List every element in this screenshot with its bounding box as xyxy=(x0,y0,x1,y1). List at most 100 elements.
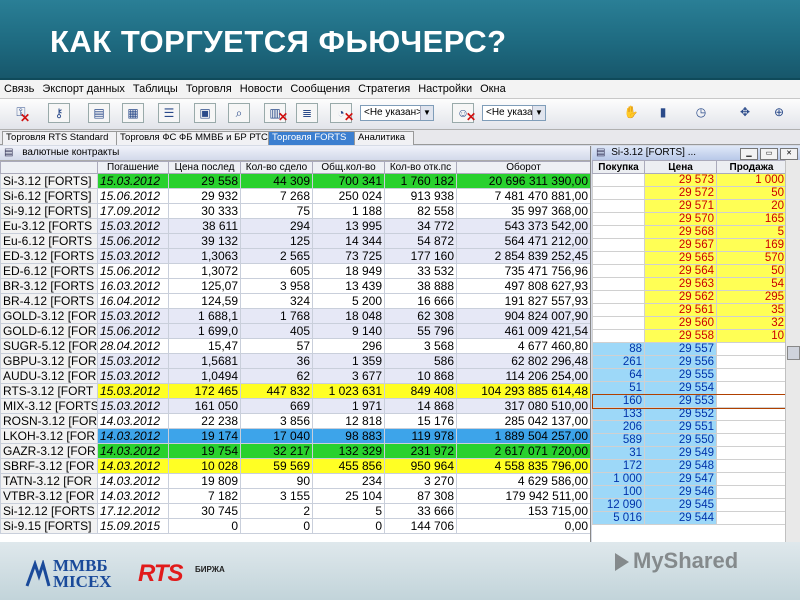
bid-qty[interactable]: 5 016 xyxy=(592,511,645,525)
ask-price[interactable]: 29 573 xyxy=(644,173,717,187)
ask-qty[interactable]: 10 xyxy=(716,329,787,343)
ask-qty[interactable]: 295 xyxy=(716,290,787,304)
bid-price[interactable]: 29 544 xyxy=(644,511,717,525)
menu-item[interactable]: Торговля xyxy=(182,80,236,95)
portfolio-icon[interactable]: ▣ xyxy=(194,103,216,123)
ask-qty[interactable]: 570 xyxy=(716,251,787,265)
ask-price[interactable]: 29 564 xyxy=(644,264,717,278)
bid-qty[interactable]: 12 090 xyxy=(592,498,645,512)
table-row[interactable]: AUDU-3.12 [FOR 15.03.2012 1,0494 62 3 677 10 … xyxy=(0,368,590,384)
hand-icon[interactable]: ✋ xyxy=(620,103,642,123)
bid-qty[interactable]: 1 000 xyxy=(592,472,645,486)
ask-price[interactable]: 29 571 xyxy=(644,199,717,213)
ask-qty[interactable]: 50 xyxy=(716,186,787,200)
bid-qty[interactable]: 206 xyxy=(592,420,645,434)
ask-qty[interactable]: 50 xyxy=(716,264,787,278)
ask-qty[interactable]: 35 xyxy=(716,303,787,317)
bars-icon[interactable]: ▮ xyxy=(652,103,674,123)
search-icon[interactable]: ⌕ xyxy=(228,103,250,123)
key-connect-icon[interactable]: ⚷ xyxy=(48,103,70,123)
list-icon[interactable]: ≣ xyxy=(296,103,318,123)
table-row[interactable]: Si-9.15 [FORTS] 15.09.2015 0 0 0 144 706 0,00 xyxy=(0,518,590,534)
market-depth-scrollbar[interactable] xyxy=(785,160,800,542)
table-row[interactable]: GAZR-3.12 [FOR 14.03.2012 19 754 32 217 132 … xyxy=(0,443,590,459)
bid-row[interactable]: 12 090 29 545 xyxy=(592,498,787,512)
table-row[interactable]: GOLD-6.12 [FOR 15.06.2012 1 699,0 405 9 140 5… xyxy=(0,323,590,339)
ask-qty[interactable]: 1 000 xyxy=(716,173,787,187)
bid-row[interactable]: 172 29 548 xyxy=(592,459,787,473)
bid-row[interactable]: 88 29 557 xyxy=(592,342,787,356)
ask-price[interactable]: 29 567 xyxy=(644,238,717,252)
bid-qty[interactable]: 64 xyxy=(592,368,645,382)
tab-fs-fb-micex[interactable]: Торговля ФС ФБ ММВБ и БР РТС xyxy=(116,131,270,145)
table-row[interactable]: ROSN-3.12 [FOR 14.03.2012 22 238 3 856 12 81… xyxy=(0,413,590,429)
column-header[interactable]: Погашение xyxy=(97,161,169,174)
ask-row[interactable]: 29 571 20 xyxy=(592,199,787,213)
bid-price[interactable]: 29 548 xyxy=(644,459,717,473)
ask-price[interactable]: 29 558 xyxy=(644,329,717,343)
ask-price[interactable]: 29 568 xyxy=(644,225,717,239)
menu-item[interactable]: Сообщения xyxy=(286,80,354,95)
ask-price[interactable]: 29 561 xyxy=(644,303,717,317)
menu-item[interactable]: Настройки xyxy=(414,80,476,95)
maximize-button[interactable]: ▭ xyxy=(760,148,778,160)
account-select-2[interactable]: <Не указан> ▼ xyxy=(482,105,546,121)
bid-row[interactable]: 589 29 550 xyxy=(592,433,787,447)
ask-qty[interactable]: 165 xyxy=(716,212,787,226)
bid-price[interactable]: 29 555 xyxy=(644,368,717,382)
menu-item[interactable]: Экспорт данных xyxy=(38,80,128,95)
bid-price[interactable]: 29 549 xyxy=(644,446,717,460)
bid-row[interactable]: 31 29 549 xyxy=(592,446,787,460)
ask-row[interactable]: 29 558 10 xyxy=(592,329,787,343)
cancel-orders-icon[interactable]: ▥ ✕ xyxy=(264,103,288,124)
table-row[interactable]: TATN-3.12 [FOR 14.03.2012 19 809 90 234 3 270… xyxy=(0,473,590,489)
table-row[interactable]: Si-6.12 [FORTS] 15.06.2012 29 932 7 268 250 … xyxy=(0,188,590,204)
bid-row[interactable]: 160 29 553 xyxy=(592,393,788,409)
table-row[interactable]: Eu-6.12 [FORTS 15.06.2012 39 132 125 14 344 5… xyxy=(0,233,590,249)
ask-row[interactable]: 29 573 1 000 xyxy=(592,173,787,187)
bid-row[interactable]: 100 29 546 xyxy=(592,485,787,499)
table-row[interactable]: RTS-3.12 [FORT 15.03.2012 172 465 447 832 1 … xyxy=(0,383,590,399)
bid-qty[interactable]: 88 xyxy=(592,342,645,356)
ask-price[interactable]: 29 563 xyxy=(644,277,717,291)
bid-price[interactable]: 29 550 xyxy=(644,433,717,447)
tab-rts-standard[interactable]: Торговля RTS Standard xyxy=(2,131,118,145)
menu-item[interactable]: Стратегия xyxy=(354,80,414,95)
bid-qty[interactable]: 261 xyxy=(592,355,645,369)
minimize-button[interactable]: ▁ xyxy=(740,148,758,160)
table-row[interactable]: ED-6.12 [FORTS 15.06.2012 1,3072 605 18 949 3… xyxy=(0,263,590,279)
chart-window-icon[interactable]: ▤ xyxy=(88,103,110,123)
key-icon[interactable]: ⚿ ✕ xyxy=(4,103,38,125)
bid-qty[interactable]: 589 xyxy=(592,433,645,447)
ask-row[interactable]: 29 570 165 xyxy=(592,212,787,226)
ask-qty[interactable]: 54 xyxy=(716,277,787,291)
clock-icon[interactable]: ◷ xyxy=(690,103,712,123)
ask-row[interactable]: 29 565 570 xyxy=(592,251,787,265)
ask-qty[interactable]: 5 xyxy=(716,225,787,239)
bid-price[interactable]: 29 545 xyxy=(644,498,717,512)
ask-price[interactable]: 29 570 xyxy=(644,212,717,226)
ask-price[interactable]: 29 572 xyxy=(644,186,717,200)
ask-qty[interactable]: 32 xyxy=(716,316,787,330)
bid-price[interactable]: 29 546 xyxy=(644,485,717,499)
menu-item[interactable]: Таблицы xyxy=(129,80,182,95)
bid-qty[interactable]: 31 xyxy=(592,446,645,460)
bid-qty[interactable]: 172 xyxy=(592,459,645,473)
table-row[interactable]: Si-12.12 [FORTS 17.12.2012 30 745 2 5 33 666 1… xyxy=(0,503,590,519)
bid-qty[interactable]: 51 xyxy=(592,381,645,395)
table-row[interactable]: LKOH-3.12 [FOR 14.03.2012 19 174 17 040 98 8… xyxy=(0,428,590,444)
column-header[interactable]: Общ.кол-во xyxy=(312,161,385,174)
table-row[interactable]: GOLD-3.12 [FOR 15.03.2012 1 688,1 1 768 18 0… xyxy=(0,308,590,324)
bid-price[interactable]: 29 557 xyxy=(644,342,717,356)
table-row[interactable]: Eu-3.12 [FORTS 15.03.2012 38 611 294 13 995 3… xyxy=(0,218,590,234)
menu-item[interactable]: Новости xyxy=(236,80,287,95)
orders-icon[interactable]: ☰ xyxy=(158,103,180,123)
table-row[interactable]: Si-3.12 [FORTS] 15.03.2012 29 558 44 309 700… xyxy=(0,173,590,189)
bid-price[interactable]: 29 552 xyxy=(644,407,717,421)
ask-row[interactable]: 29 572 50 xyxy=(592,186,787,200)
column-header[interactable]: Кол-во сдело xyxy=(240,161,313,174)
ask-row[interactable]: 29 562 295 xyxy=(592,290,787,304)
move-icon[interactable]: ✥ xyxy=(734,103,756,123)
ask-row[interactable]: 29 561 35 xyxy=(592,303,787,317)
bid-row[interactable]: 5 016 29 544 xyxy=(592,511,787,525)
